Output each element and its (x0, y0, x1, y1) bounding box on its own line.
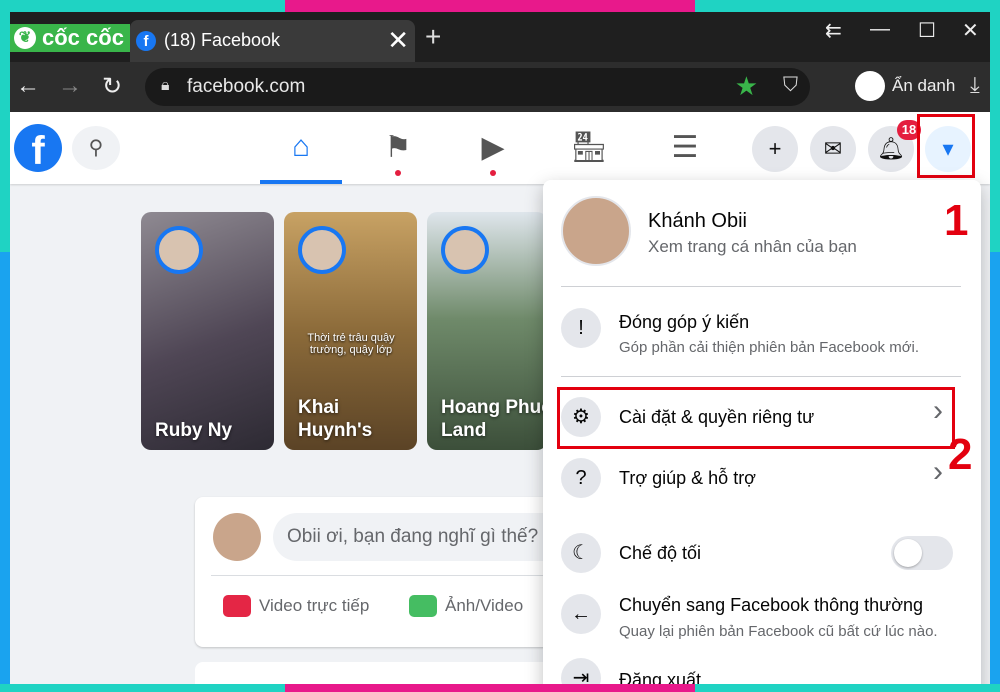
story-card[interactable]: Thời trẻ trâu quậy trường, quậy lớp Khai… (284, 212, 417, 450)
story-card[interactable]: Ruby Ny (141, 212, 274, 450)
avatar[interactable] (213, 513, 261, 561)
logout-item[interactable]: Đăng xuất (619, 670, 701, 684)
story-name: Hoang Phuc Land (441, 397, 547, 441)
shield-icon[interactable]: ⛉ (783, 74, 798, 97)
url-text: facebook.com (187, 76, 306, 97)
new-tab-icon[interactable]: + (425, 21, 441, 53)
close-tab-icon[interactable]: ✕ (387, 25, 409, 56)
frame-left (0, 12, 10, 692)
switch-classic-subtitle: Quay lại phiên bản Facebook cũ bất cứ lú… (619, 623, 938, 640)
pages-flag-icon[interactable]: ⚑ (373, 130, 423, 170)
story-avatar (298, 226, 346, 274)
search-icon[interactable]: ⚲ (72, 126, 120, 170)
marketplace-icon[interactable]: 🏪︎ (564, 130, 614, 170)
facebook-favicon-icon: f (136, 31, 156, 51)
status-input[interactable]: Obii ơi, bạn đang nghĩ gì thế? (273, 513, 573, 561)
lock-icon: 🔒︎ (161, 77, 170, 94)
live-video-button[interactable]: Video trực tiếp (223, 595, 369, 617)
toggle-knob (894, 539, 922, 567)
tab-facebook[interactable]: f (18) Facebook ✕ (130, 20, 415, 62)
download-icon[interactable]: ⤓ (970, 72, 980, 98)
dark-mode-item[interactable]: Chế độ tối (619, 543, 701, 564)
logout-icon: ⇥ (561, 658, 601, 684)
switch-classic-item[interactable]: Chuyển sang Facebook thông thường (619, 595, 923, 616)
home-active-indicator (260, 180, 342, 184)
tab-bar: ❦ cốc cốc f (18) Facebook ✕ + ⇇ — ☐ ✕ (10, 12, 990, 62)
feed-card (195, 662, 575, 684)
incognito-label[interactable]: Ẩn danh (892, 76, 955, 96)
divider (561, 286, 961, 287)
home-icon[interactable]: ⌂ (276, 130, 326, 170)
frame-top-left (0, 0, 290, 12)
feedback-icon: ! (561, 308, 601, 348)
coccoc-logo-icon: ❦ (14, 27, 36, 49)
incognito-icon[interactable] (855, 71, 885, 101)
help-support-item[interactable]: Trợ giúp & hỗ trợ (619, 468, 756, 489)
photo-video-label: Ảnh/Video (445, 596, 524, 615)
moon-icon: ☾ (561, 533, 601, 573)
forward-icon[interactable]: → (58, 72, 82, 100)
back-icon[interactable]: ← (16, 72, 40, 100)
story-name: Khai Huynh's (298, 397, 373, 441)
reload-icon[interactable]: ↻ (102, 72, 122, 101)
frame-top-mid (285, 0, 695, 12)
story-caption: Thời trẻ trâu quậy trường, quậy lớp (307, 332, 395, 356)
back-arrow-icon: ← (561, 594, 601, 634)
watch-notification-dot (490, 170, 496, 176)
profile-subtitle: Xem trang cá nhân của bạn (648, 237, 857, 256)
divider (561, 376, 961, 377)
photo-video-button[interactable]: Ảnh/Video (409, 595, 523, 617)
frame-bottom-mid (285, 684, 695, 692)
step-number-2: 2 (948, 430, 973, 479)
menu-hamburger-icon[interactable]: ☰ (660, 130, 710, 170)
photo-icon (409, 595, 437, 617)
live-video-icon (223, 595, 251, 617)
create-plus-icon[interactable]: + (752, 126, 798, 172)
profile-name[interactable]: Khánh Obii (648, 210, 747, 233)
feedback-subtitle: Góp phần cải thiện phiên bản Facebook mớ… (619, 339, 920, 356)
profile-avatar[interactable] (561, 196, 631, 266)
story-avatar (155, 226, 203, 274)
story-name: Ruby Ny (155, 420, 233, 441)
address-bar: ← → ↻ 🔒︎ facebook.com ★ ⛉ Ẩn danh ⤓ (10, 62, 990, 112)
facebook-logo-icon[interactable]: f (14, 124, 62, 173)
tab-search-icon[interactable]: ⇇ (825, 18, 842, 43)
story-avatar (441, 226, 489, 274)
frame-top-right (695, 0, 1000, 12)
story-card[interactable]: Hoang Phuc Land (427, 212, 547, 450)
dark-mode-toggle[interactable] (891, 536, 953, 570)
live-video-label: Video trực tiếp (259, 596, 370, 615)
tab-title: (18) Facebook (164, 30, 281, 50)
url-field[interactable]: 🔒︎ facebook.com ★ ⛉ (145, 68, 810, 106)
step-number-1: 1 (944, 196, 969, 245)
highlight-box-account (917, 114, 975, 178)
browser-brand[interactable]: ❦ cốc cốc (10, 24, 130, 52)
frame-right (990, 12, 1000, 692)
watch-video-icon[interactable]: ▶ (468, 130, 518, 170)
minimize-icon[interactable]: — (870, 18, 890, 41)
post-composer: Obii ơi, bạn đang nghĩ gì thế? Video trự… (195, 497, 575, 647)
maximize-icon[interactable]: ☐ (918, 18, 936, 43)
brand-label: cốc cốc (42, 25, 124, 50)
highlight-box-settings (557, 387, 955, 449)
divider (211, 575, 561, 576)
browser-window: ❦ cốc cốc f (18) Facebook ✕ + ⇇ — ☐ ✕ ← … (10, 12, 990, 684)
facebook-header: f ⚲ ⌂ ⚑ ▶ 🏪︎ ☰ + ✉ 🔔︎ 18 ▾ (10, 112, 990, 184)
feedback-item[interactable]: Đóng góp ý kiến (619, 312, 749, 333)
pages-notification-dot (395, 170, 401, 176)
close-window-icon[interactable]: ✕ (962, 18, 979, 43)
messenger-icon[interactable]: ✉ (810, 126, 856, 172)
help-question-icon: ? (561, 458, 601, 498)
chevron-right-icon: › (933, 455, 943, 488)
bookmark-star-icon[interactable]: ★ (735, 71, 758, 102)
